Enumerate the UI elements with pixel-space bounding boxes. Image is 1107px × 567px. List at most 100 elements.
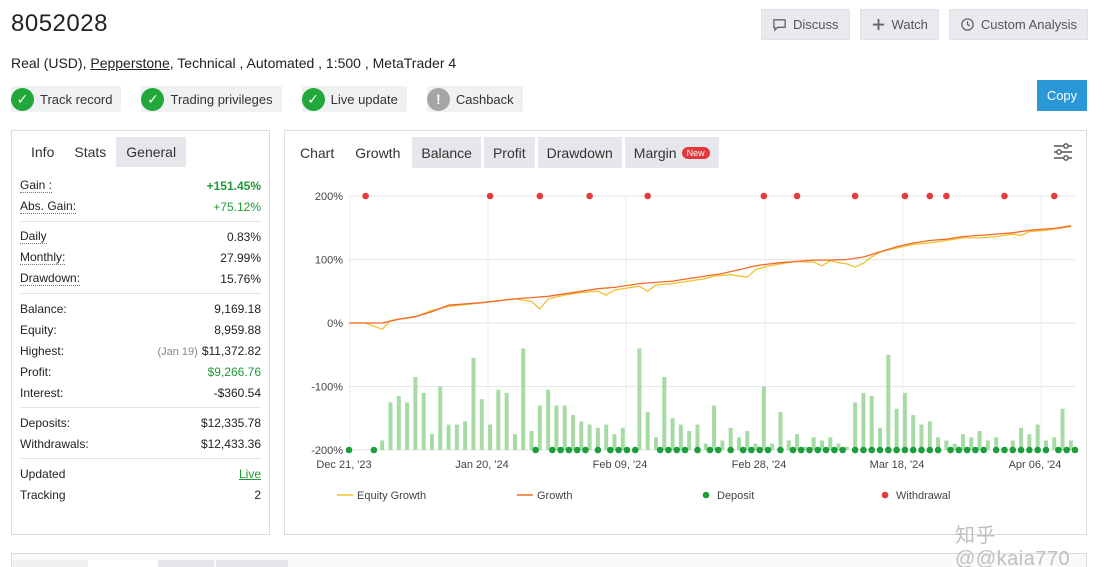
bar (861, 392, 866, 450)
deposit-point (901, 446, 909, 454)
watch-button[interactable]: Watch (859, 9, 939, 40)
deposit-point (607, 446, 614, 454)
deposit-point (1042, 446, 1050, 454)
stat-label[interactable]: Drawdown: (20, 271, 81, 286)
discuss-label: Discuss (793, 17, 839, 32)
withdrawal-point (760, 192, 768, 200)
stat-tracking: Tracking 2 (20, 484, 261, 505)
x-tick-label: Apr 06, '24 (1009, 459, 1062, 471)
tab-profit[interactable]: Profit (483, 137, 535, 168)
bottom-tab[interactable] (158, 560, 214, 567)
deposit-point (727, 446, 734, 454)
withdrawal-point (851, 192, 859, 200)
badge-label: Track record (40, 91, 113, 107)
bar (405, 402, 410, 450)
watch-label: Watch (891, 17, 928, 32)
stat-updated: Updated Live (20, 463, 261, 484)
plus-icon (872, 18, 884, 31)
badge-track-record[interactable]: ✓ Track record (11, 86, 122, 112)
bar (811, 437, 816, 450)
deposit-point (557, 446, 564, 454)
withdrawal-point (1001, 192, 1008, 200)
deposit-point (706, 446, 714, 454)
bar (521, 348, 526, 450)
bottom-tab[interactable] (216, 560, 288, 567)
account-info: Real (USD), Pepperstone, Technical , Aut… (11, 55, 456, 71)
stats-tabs: Info Stats General (21, 137, 269, 167)
tab-general[interactable]: General (116, 137, 187, 167)
stat-value: 15.76% (220, 271, 261, 286)
copy-button[interactable]: Copy (1037, 80, 1087, 111)
bar (911, 415, 916, 450)
bar (886, 354, 891, 450)
badge-label: Trading privileges (170, 91, 273, 107)
bar (595, 427, 600, 450)
deposit-point (582, 446, 589, 454)
bar (479, 399, 484, 450)
bottom-tabs-strip (11, 553, 1087, 567)
stat-value[interactable]: Live (239, 467, 261, 481)
badge-cashback[interactable]: ! Cashback (426, 86, 523, 112)
broker-link[interactable]: Pepperstone (90, 55, 169, 71)
bar (712, 405, 717, 450)
deposit-point (851, 446, 859, 454)
stat-gain: Gain : +151.45% (20, 175, 261, 196)
discuss-button[interactable]: Discuss (761, 9, 850, 40)
deposit-point (631, 446, 639, 454)
tab-balance[interactable]: Balance (412, 137, 481, 168)
bar (670, 418, 675, 450)
growth-chart: 200% 100% 0% -100% -200% Dec 21, '23 Jan 20, '… (311, 191, 1079, 502)
tab-info[interactable]: Info (21, 137, 65, 167)
tab-margin-label: Margin (633, 144, 677, 161)
bar (554, 405, 559, 450)
new-badge: New (681, 146, 710, 159)
stat-label: Tracking (20, 487, 66, 502)
series-line (349, 225, 1072, 324)
tab-drawdown[interactable]: Drawdown (537, 137, 622, 168)
bar (612, 434, 617, 450)
deposit-point (1009, 446, 1017, 454)
deposit-point (909, 446, 917, 454)
deposit-point (673, 446, 681, 454)
stat-label[interactable]: Abs. Gain: (20, 199, 77, 214)
deposit-point (565, 446, 573, 454)
bottom-tab[interactable] (88, 560, 156, 567)
bar (471, 357, 476, 450)
tab-growth[interactable]: Growth (346, 137, 410, 168)
legend-label: Growth (537, 490, 572, 502)
stat-label[interactable]: Monthly: (20, 250, 66, 265)
stat-value: 2 (254, 487, 261, 502)
tab-chart[interactable]: Chart (291, 137, 344, 168)
bar (429, 434, 434, 450)
stat-label[interactable]: Gain : (20, 178, 53, 193)
bar (878, 427, 883, 450)
chart-settings-icon[interactable] (1052, 141, 1074, 163)
verification-badges: ✓ Track record ✓ Trading privileges ✓ Li… (11, 86, 523, 112)
bar (637, 348, 642, 450)
bar (902, 392, 907, 450)
bar (529, 430, 534, 450)
deposit-point (806, 446, 813, 454)
deposit-point (868, 446, 876, 454)
bottom-tab[interactable] (12, 560, 88, 567)
custom-analysis-button[interactable]: Custom Analysis (948, 9, 1088, 40)
deposit-point (623, 446, 631, 454)
badge-trading-privileges[interactable]: ✓ Trading privileges (141, 86, 282, 112)
deposit-point (656, 446, 664, 454)
deposit-point (831, 446, 838, 454)
withdrawal-point (901, 192, 909, 200)
stat-value: 9,169.18 (214, 301, 261, 316)
bar (604, 424, 609, 450)
tab-stats[interactable]: Stats (64, 137, 117, 167)
stat-label: Balance: (20, 301, 67, 316)
deposit-point (963, 446, 971, 454)
bar (571, 415, 576, 450)
stat-label[interactable]: Daily (20, 229, 47, 244)
tab-margin[interactable]: Margin New (624, 137, 719, 168)
bar (653, 437, 658, 450)
deposit-point (1017, 446, 1025, 454)
badge-live-update[interactable]: ✓ Live update (301, 86, 407, 112)
divider (20, 407, 261, 408)
stat-value: -$360.54 (213, 385, 261, 400)
top-actions: Discuss Watch Custom Analysis (761, 9, 1088, 40)
